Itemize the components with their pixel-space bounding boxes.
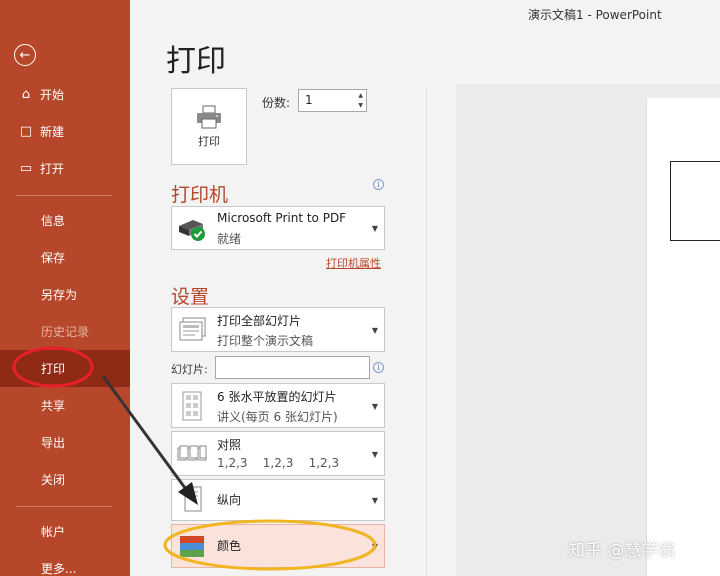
sidebar-item-print[interactable]: 打印 xyxy=(0,350,130,387)
sidebar-item-more[interactable]: 更多... xyxy=(0,550,130,576)
sidebar-item-label: 信息 xyxy=(41,214,66,228)
color-dropdown[interactable]: 颜色 ▼ xyxy=(171,524,385,568)
copies-label: 份数: xyxy=(262,96,291,110)
copies-stepper[interactable]: 1 ▲ ▼ xyxy=(298,89,367,112)
sidebar-item-history: 历史记录 xyxy=(0,313,130,350)
sidebar-divider xyxy=(16,195,112,196)
orientation-main: 纵向 xyxy=(217,493,242,507)
sidebar-item-account[interactable]: 帐户 xyxy=(0,513,130,550)
sidebar-item-label: 新建 xyxy=(40,125,65,139)
home-icon: ⌂ xyxy=(21,87,31,102)
print-button-label: 打印 xyxy=(198,134,220,148)
printer-heading: 打印机 xyxy=(171,184,229,206)
color-icon xyxy=(180,536,204,557)
sidebar-item-label: 导出 xyxy=(41,436,66,450)
sidebar-item-close[interactable]: 关闭 xyxy=(0,461,130,498)
sidebar-item-label: 保存 xyxy=(41,251,66,265)
window-title: 演示文稿1 - PowerPoint xyxy=(528,8,662,22)
collation-sub: 1,2,3 1,2,3 1,2,3 xyxy=(217,456,340,470)
sidebar-item-label: 帐户 xyxy=(41,525,66,539)
collation-main: 对照 xyxy=(217,438,242,452)
slides-label: 幻灯片: xyxy=(171,363,208,376)
sidebar-item-label: 打印 xyxy=(41,362,66,376)
sidebar-item-label: 打开 xyxy=(40,162,65,176)
info-icon[interactable]: i xyxy=(373,362,384,373)
stepper-down-icon[interactable]: ▼ xyxy=(358,102,363,109)
backstage-sidebar: ← ⌂ 开始 □ 新建 ▭ 打开 信息 保存 另存为 历史记录 打印 共享 导出… xyxy=(0,0,130,576)
preview-divider xyxy=(426,88,427,576)
sidebar-item-label: 共享 xyxy=(41,399,66,413)
collation-dropdown[interactable]: 对照 1,2,3 1,2,3 1,2,3 ▼ xyxy=(171,431,385,476)
layout-sub: 讲义(每页 6 张幻灯片) xyxy=(217,410,338,424)
sidebar-item-home[interactable]: ⌂ 开始 xyxy=(0,76,130,113)
sidebar-item-save[interactable]: 保存 xyxy=(0,239,130,276)
collated-icon xyxy=(177,445,207,460)
layout-dropdown[interactable]: 6 张水平放置的幻灯片 讲义(每页 6 张幻灯片) ▼ xyxy=(171,383,385,428)
chevron-down-icon: ▼ xyxy=(371,449,378,459)
printer-dropdown[interactable]: Microsoft Print to PDF 就绪 ▼ xyxy=(171,206,385,250)
sidebar-item-label: 更多... xyxy=(41,562,77,576)
stepper-up-icon[interactable]: ▲ xyxy=(358,92,363,99)
sidebar-divider xyxy=(16,506,112,507)
sidebar-item-export[interactable]: 导出 xyxy=(0,424,130,461)
print-range-main: 打印全部幻灯片 xyxy=(217,314,302,328)
preview-slide-thumbnail xyxy=(670,161,720,241)
watermark: 知乎 @慧学翁 xyxy=(568,541,676,561)
print-range-dropdown[interactable]: 打印全部幻灯片 打印整个演示文稿 ▼ xyxy=(171,307,385,352)
sidebar-item-label: 关闭 xyxy=(41,473,66,487)
folder-open-icon: ▭ xyxy=(19,161,33,176)
settings-heading: 设置 xyxy=(171,286,210,308)
printer-properties-link[interactable]: 打印机属性 xyxy=(326,255,381,271)
chevron-down-icon: ▼ xyxy=(371,496,378,505)
portrait-icon xyxy=(184,486,202,512)
handout-layout-icon xyxy=(182,391,202,420)
sidebar-item-share[interactable]: 共享 xyxy=(0,387,130,424)
chevron-down-icon: ▼ xyxy=(371,542,378,551)
printer-name: Microsoft Print to PDF xyxy=(217,211,347,225)
print-button[interactable]: 打印 xyxy=(171,88,247,165)
slides-input[interactable] xyxy=(215,356,370,379)
color-main: 颜色 xyxy=(217,539,242,553)
print-range-sub: 打印整个演示文稿 xyxy=(217,334,314,348)
chevron-down-icon: ▼ xyxy=(371,401,378,411)
sidebar-item-info[interactable]: 信息 xyxy=(0,202,130,239)
printer-icon xyxy=(197,105,221,128)
layout-main: 6 张水平放置的幻灯片 xyxy=(217,390,337,404)
sidebar-item-label: 另存为 xyxy=(41,288,78,302)
copies-value: 1 xyxy=(305,93,313,107)
orientation-dropdown[interactable]: 纵向 ▼ xyxy=(171,479,385,521)
sidebar-item-open[interactable]: ▭ 打开 xyxy=(0,150,130,187)
sidebar-item-save-as[interactable]: 另存为 xyxy=(0,276,130,313)
chevron-down-icon: ▼ xyxy=(371,325,378,335)
all-slides-icon xyxy=(179,317,206,340)
info-icon[interactable]: i xyxy=(373,179,384,190)
sidebar-item-new[interactable]: □ 新建 xyxy=(0,113,130,150)
new-document-icon: □ xyxy=(19,124,33,139)
back-arrow-icon[interactable]: ← xyxy=(14,44,36,66)
sidebar-item-label: 历史记录 xyxy=(41,325,90,339)
printer-status: 就绪 xyxy=(217,232,242,246)
chevron-down-icon: ▼ xyxy=(371,224,378,233)
sidebar-item-label: 开始 xyxy=(40,88,65,102)
page-title: 打印 xyxy=(166,44,226,79)
printer-ready-icon xyxy=(179,220,205,241)
